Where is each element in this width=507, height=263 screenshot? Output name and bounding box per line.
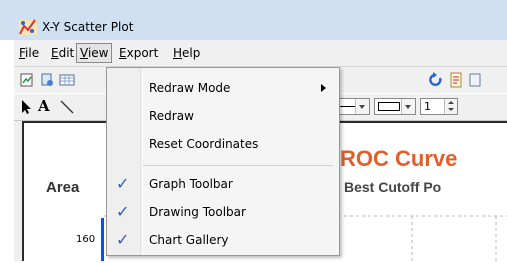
text-tool-button[interactable]: A [38,98,50,115]
checkmark-icon: ✓ [116,230,130,249]
spin-up-icon[interactable] [448,101,454,104]
menu-item-reset-coordinates[interactable]: Reset Coordinates [107,132,339,157]
checkmark-icon: ✓ [116,202,130,221]
menu-item-chart-gallery[interactable]: ✓ Chart Gallery [107,228,339,253]
y-tick-label: 160 [76,234,96,245]
menu-file[interactable]: File [16,44,42,62]
redraw-arrow-icon[interactable] [428,72,444,88]
data-grid-icon[interactable] [59,72,75,88]
scatter-plot-app-icon [19,19,37,35]
menu-item-graph-toolbar[interactable]: ✓ Graph Toolbar [107,172,339,197]
select-pointer-icon[interactable] [18,99,34,115]
submenu-arrow-icon [321,84,326,92]
line-tool-icon[interactable] [59,99,75,115]
menu-export[interactable]: Export [116,44,161,62]
line-color-swatch [378,102,400,111]
chevron-down-icon[interactable] [401,99,415,114]
menu-bar: File Edit View Export Help [14,40,507,67]
chevron-down-icon[interactable] [355,99,369,114]
menu-item-label: Drawing Toolbar [149,205,246,219]
menu-help[interactable]: Help [170,44,203,62]
menu-item-drawing-toolbar[interactable]: ✓ Drawing Toolbar [107,200,339,225]
spin-down-icon[interactable] [448,108,454,111]
view-menu-dropdown: Redraw Mode Redraw Reset Coordinates ✓ G… [106,67,340,256]
checkmark-icon: ✓ [116,174,130,193]
menu-item-label: Redraw [149,109,194,123]
y-axis-title: Area [46,179,80,196]
window-title: X-Y Scatter Plot [42,20,134,34]
menu-item-redraw[interactable]: Redraw [107,104,339,129]
menu-separator [143,165,333,166]
menu-item-label: Reset Coordinates [149,137,259,151]
y-axis-line [101,218,104,261]
toolbar-extra-icon[interactable] [468,72,484,88]
line-color-combo[interactable] [374,98,416,115]
chart-subtitle: Best Cutoff Po [344,179,442,195]
copy-chart-icon[interactable] [19,72,35,88]
menu-item-label: Redraw Mode [149,81,231,95]
menu-item-redraw-mode[interactable]: Redraw Mode [107,76,339,101]
line-width-stepper[interactable]: 1 [420,98,458,115]
report-icon[interactable] [448,72,464,88]
menu-item-label: Graph Toolbar [149,177,233,191]
title-bar: X-Y Scatter Plot [0,0,507,40]
menu-item-label: Chart Gallery [149,233,229,247]
line-width-value[interactable]: 1 [424,100,431,113]
menu-edit[interactable]: Edit [48,44,77,62]
spin-buttons[interactable] [444,99,457,114]
menu-view[interactable]: View [76,43,113,63]
chart-title: ROC Curve [340,146,458,171]
properties-icon[interactable] [39,72,55,88]
